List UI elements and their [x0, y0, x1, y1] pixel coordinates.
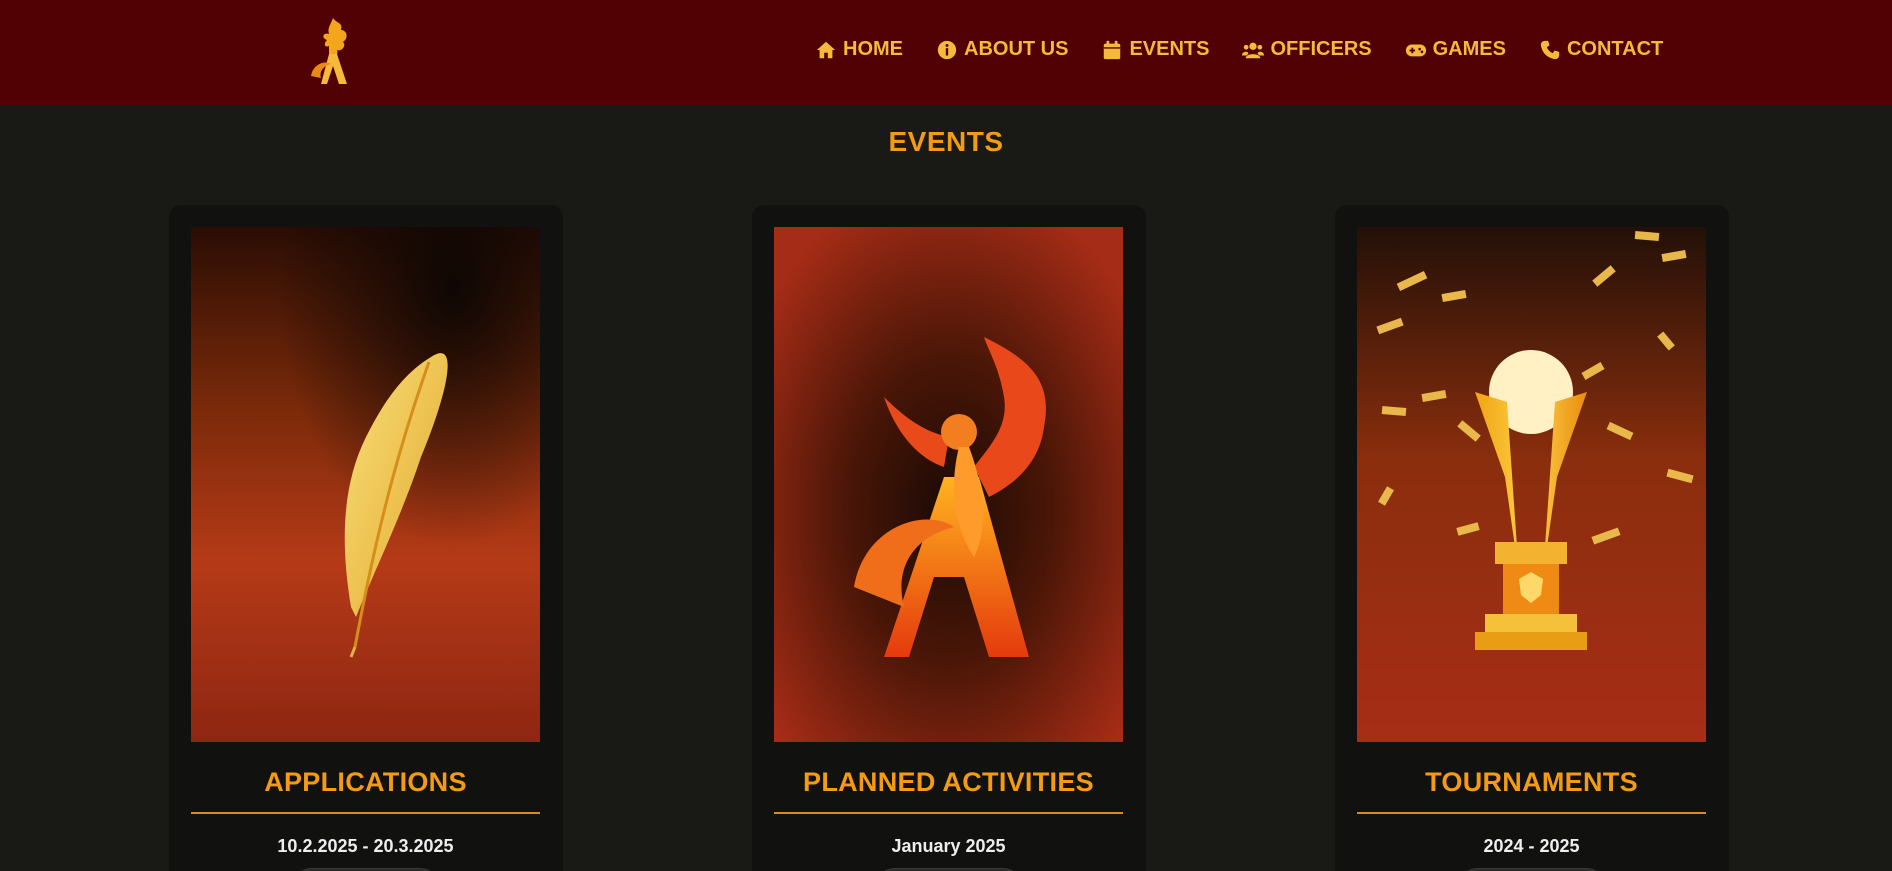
home-icon	[816, 41, 836, 58]
divider	[1357, 812, 1706, 814]
nav-games-label: GAMES	[1432, 38, 1506, 60]
nav-about-us[interactable]: ABOUT US	[936, 38, 1068, 61]
nav-home[interactable]: HOME	[815, 38, 903, 61]
nav-officers-label: OFFICERS	[1270, 38, 1372, 60]
card-title: APPLICATIONS	[264, 767, 467, 797]
trophy-image	[1357, 227, 1706, 742]
divider	[774, 812, 1123, 814]
event-card-planned-activities[interactable]: PLANNED ACTIVITIES January 2025	[752, 205, 1146, 871]
golden-feather-image	[191, 227, 540, 742]
card-date: 2024 - 2025	[1483, 836, 1580, 856]
phone-icon	[1540, 40, 1560, 59]
event-card-tournaments[interactable]: TOURNAMENTS 2024 - 2025	[1335, 205, 1729, 871]
card-date: 10.2.2025 - 20.3.2025	[277, 836, 454, 856]
nav-events[interactable]: EVENTS	[1101, 38, 1209, 61]
card-date: January 2025	[891, 836, 1006, 856]
info-icon	[937, 40, 957, 59]
gamepad-icon	[1405, 44, 1426, 56]
card-title: PLANNED ACTIVITIES	[803, 767, 1094, 797]
phoenix-logo[interactable]	[303, 16, 355, 86]
nav-officers[interactable]: OFFICERS	[1242, 38, 1372, 61]
divider	[191, 812, 540, 814]
nav-home-label: HOME	[843, 38, 903, 60]
main-nav: HOME ABOUT US EVENTS OFFICERS GAMES CONT…	[815, 38, 1663, 61]
page-title: EVENTS	[888, 126, 1004, 157]
nav-events-label: EVENTS	[1129, 38, 1210, 60]
top-navbar: HOME ABOUT US EVENTS OFFICERS GAMES CONT…	[0, 0, 1892, 105]
event-card-applications[interactable]: APPLICATIONS 10.2.2025 - 20.3.2025	[169, 205, 563, 871]
users-icon	[1242, 42, 1265, 58]
nav-contact-label: CONTACT	[1566, 38, 1664, 60]
card-title: TOURNAMENTS	[1425, 767, 1638, 797]
nav-contact[interactable]: CONTACT	[1539, 38, 1663, 61]
nav-about-label: ABOUT US	[964, 38, 1069, 60]
calendar-icon	[1104, 40, 1121, 59]
phoenix-logo-image	[774, 227, 1123, 742]
nav-games[interactable]: GAMES	[1405, 38, 1506, 61]
